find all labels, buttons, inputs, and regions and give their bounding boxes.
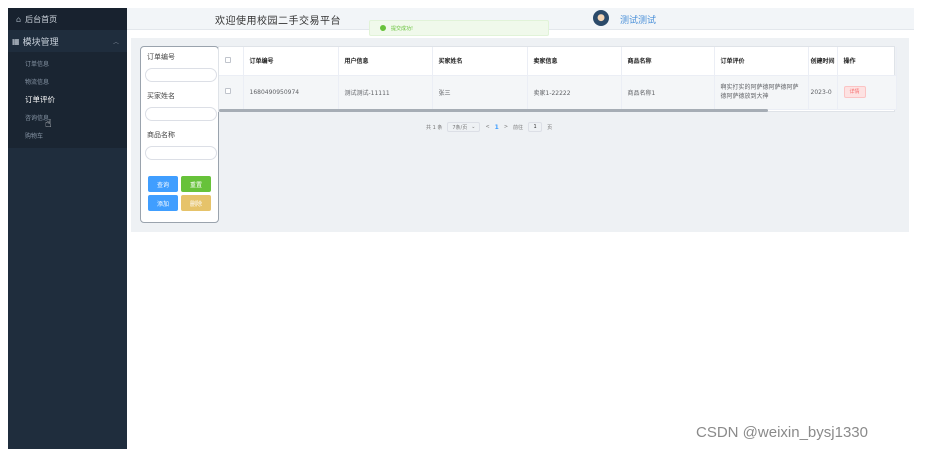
sidebar-item-label: 购物车 xyxy=(25,132,44,140)
delete-button[interactable]: 删除 xyxy=(181,195,211,211)
toast-message: 提交成功! xyxy=(391,25,414,32)
sidebar-item-logistics[interactable]: 物流信息 xyxy=(8,72,127,90)
prev-page-button[interactable]: < xyxy=(485,124,489,130)
search-button[interactable]: 查询 xyxy=(148,176,178,192)
buyer-name-input[interactable] xyxy=(145,107,217,121)
sidebar-item-orders[interactable]: 订单信息 xyxy=(8,54,127,72)
cell-seller-info: 卖家1-22222 xyxy=(527,75,622,110)
filter-label-order-no: 订单编号 xyxy=(147,53,175,61)
cell-order-no: 1680490950974 xyxy=(243,75,339,110)
grid-icon: ▦ xyxy=(12,36,20,46)
column-header[interactable]: 卖家信息 xyxy=(527,47,622,76)
action-button-row: 添加 删除 xyxy=(148,195,214,211)
pagination: 共 1 条 7条/页 ⌄ < 1 > 前往 1 页 xyxy=(426,122,552,132)
cell-created: 2023-0 xyxy=(808,75,838,110)
sidebar-group-label: 模块管理 xyxy=(22,37,59,48)
pager-total: 共 1 条 xyxy=(426,124,443,131)
goto-page-input[interactable]: 1 xyxy=(528,122,543,132)
column-header[interactable]: 买家姓名 xyxy=(432,47,528,76)
page-suffix: 页 xyxy=(547,124,553,131)
current-page[interactable]: 1 xyxy=(495,124,499,131)
sidebar-item-label: 物流信息 xyxy=(25,78,50,86)
sidebar-item-cart[interactable]: 购物车 xyxy=(8,126,127,144)
chevron-down-icon: ⌄ xyxy=(471,124,476,130)
add-button[interactable]: 添加 xyxy=(148,195,178,211)
sidebar-item-reviews[interactable]: 订单评价 xyxy=(8,90,127,108)
filter-button-row: 查询 重置 xyxy=(148,176,214,192)
sidebar-home[interactable]: ⌂ 后台首页 xyxy=(8,8,127,30)
column-header[interactable]: 创建时间 xyxy=(808,47,838,76)
sidebar-group-module[interactable]: ▦ 模块管理 ︿ xyxy=(8,30,127,52)
hand-cursor-icon: ☝ xyxy=(45,117,52,130)
column-header[interactable]: 商品名称 xyxy=(621,47,715,76)
watermark: CSDN @weixin_bysj1330 xyxy=(696,424,868,441)
cell-actions: 详情 xyxy=(837,75,897,110)
success-toast: 提交成功! xyxy=(369,20,549,36)
row-checkbox[interactable] xyxy=(225,88,231,94)
detail-button[interactable]: 详情 xyxy=(843,86,866,98)
row-select-cell[interactable] xyxy=(219,75,244,110)
sidebar-submenu: 订单信息 物流信息 订单评价 咨询信息 购物车 xyxy=(8,52,127,148)
username[interactable]: 测试测试 xyxy=(620,13,656,26)
filter-label-buyer: 买家姓名 xyxy=(147,92,175,100)
home-icon: ⌂ xyxy=(16,14,22,24)
page-size-select[interactable]: 7条/页 ⌄ xyxy=(447,122,481,132)
goto-label: 前往 xyxy=(513,124,524,131)
check-circle-icon xyxy=(380,25,386,31)
filter-panel: 订单编号 买家姓名 商品名称 查询 重置 添加 删除 xyxy=(140,46,219,223)
column-header[interactable]: 用户信息 xyxy=(338,47,433,76)
cell-product-name: 商品名称1 xyxy=(621,75,715,110)
app-root: ⌂ 后台首页 ▦ 模块管理 ︿ 订单信息 物流信息 订单评价 咨询信息 购物车 … xyxy=(0,0,929,456)
sidebar-item-label: 订单评价 xyxy=(25,94,55,104)
table-row[interactable]: 1680490950974 测试测试-11111 张三 卖家1-22222 商品… xyxy=(219,75,897,110)
sidebar-home-label: 后台首页 xyxy=(25,14,58,24)
table-header-row: 订单编号 用户信息 买家姓名 卖家信息 商品名称 订单评价 创建时间 操作 xyxy=(219,47,897,76)
cell-user-info: 测试测试-11111 xyxy=(338,75,433,110)
select-all-checkbox[interactable] xyxy=(225,56,231,63)
product-name-input[interactable] xyxy=(145,146,217,160)
avatar[interactable]: ● xyxy=(593,10,609,26)
sidebar-item-label: 订单信息 xyxy=(25,60,50,68)
column-header[interactable]: 订单评价 xyxy=(714,47,809,76)
select-all-cell[interactable] xyxy=(219,47,244,76)
filter-label-product: 商品名称 xyxy=(147,131,175,139)
reset-button[interactable]: 重置 xyxy=(181,176,211,192)
column-header: 操作 xyxy=(837,47,897,76)
page-title: 欢迎使用校园二手交易平台 xyxy=(215,16,341,27)
page-size-value: 7条/页 xyxy=(452,124,468,131)
cell-review: 啊实打实的阿萨德阿萨德阿萨德阿萨德放到大神 xyxy=(714,75,809,110)
sidebar-item-consult[interactable]: 咨询信息 xyxy=(8,108,127,126)
column-header[interactable]: 订单编号 xyxy=(243,47,339,76)
next-page-button[interactable]: > xyxy=(504,124,508,130)
sidebar: ⌂ 后台首页 ▦ 模块管理 ︿ 订单信息 物流信息 订单评价 咨询信息 购物车 xyxy=(8,8,127,449)
chevron-up-icon: ︿ xyxy=(112,38,119,46)
cell-buyer-name: 张三 xyxy=(432,75,528,110)
table-horizontal-scrollbar[interactable] xyxy=(219,109,768,112)
data-table: 订单编号 用户信息 买家姓名 卖家信息 商品名称 订单评价 创建时间 操作 16… xyxy=(218,46,897,112)
order-no-input[interactable] xyxy=(145,68,217,82)
